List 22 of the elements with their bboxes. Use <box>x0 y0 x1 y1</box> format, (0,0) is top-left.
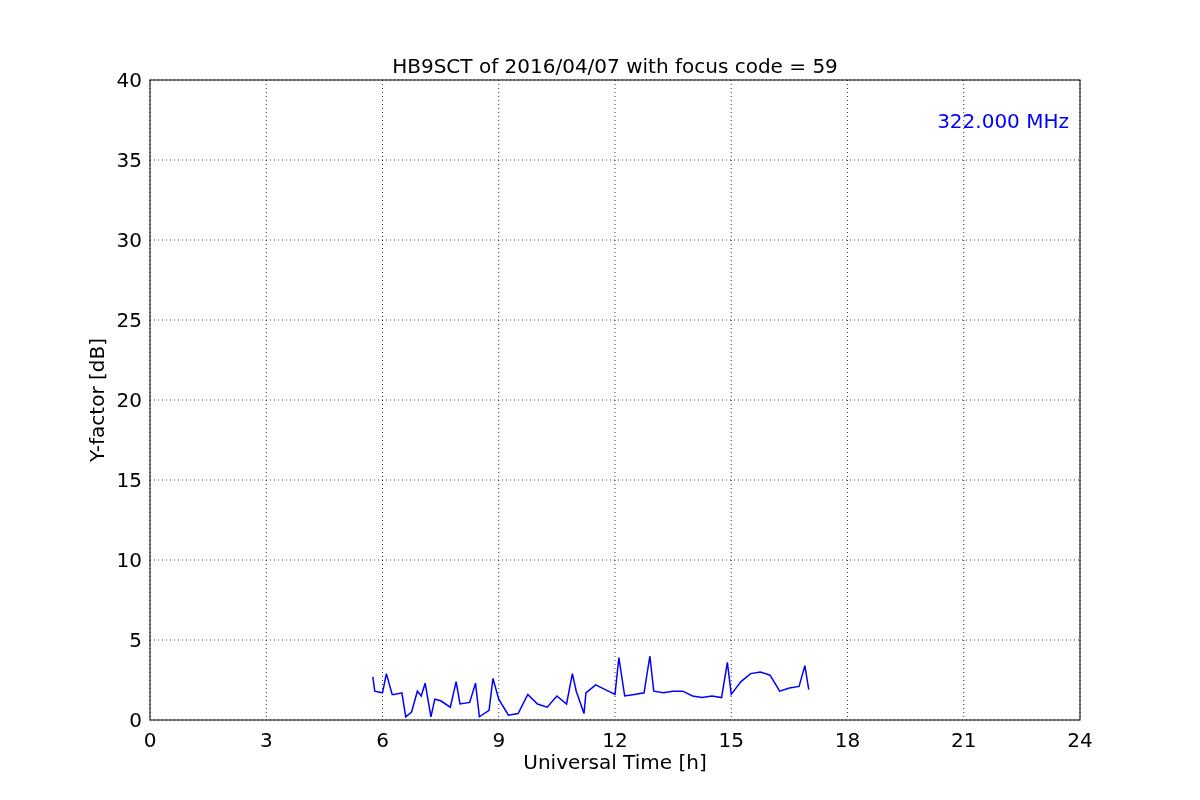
tick-label: 24 <box>1067 728 1093 752</box>
tick-label: 18 <box>834 728 861 752</box>
tick-label: 10 <box>116 548 142 572</box>
frequency-annotation: 322.000 MHz <box>937 109 1069 133</box>
tick-label: 12 <box>602 728 628 752</box>
tick-label: 0 <box>143 728 157 752</box>
tick-label: 20 <box>116 388 142 412</box>
tick-label: 30 <box>116 228 142 252</box>
chart-title: HB9SCT of 2016/04/07 with focus code = 59 <box>392 54 838 78</box>
tick-label: 9 <box>492 728 506 752</box>
tick-label: 0 <box>129 708 142 732</box>
tick-label: 6 <box>376 728 389 752</box>
tick-label: 35 <box>116 148 142 172</box>
tick-label: 21 <box>951 728 977 752</box>
tick-label: 15 <box>116 468 142 492</box>
y-axis-label: Y-factor [dB] <box>85 338 109 462</box>
tick-label: 40 <box>116 68 142 92</box>
tick-label: 15 <box>718 728 744 752</box>
tick-label: 5 <box>129 628 142 652</box>
tick-label: 3 <box>259 728 273 752</box>
tick-label: 25 <box>116 308 142 332</box>
x-axis-label: Universal Time [h] <box>523 750 707 774</box>
